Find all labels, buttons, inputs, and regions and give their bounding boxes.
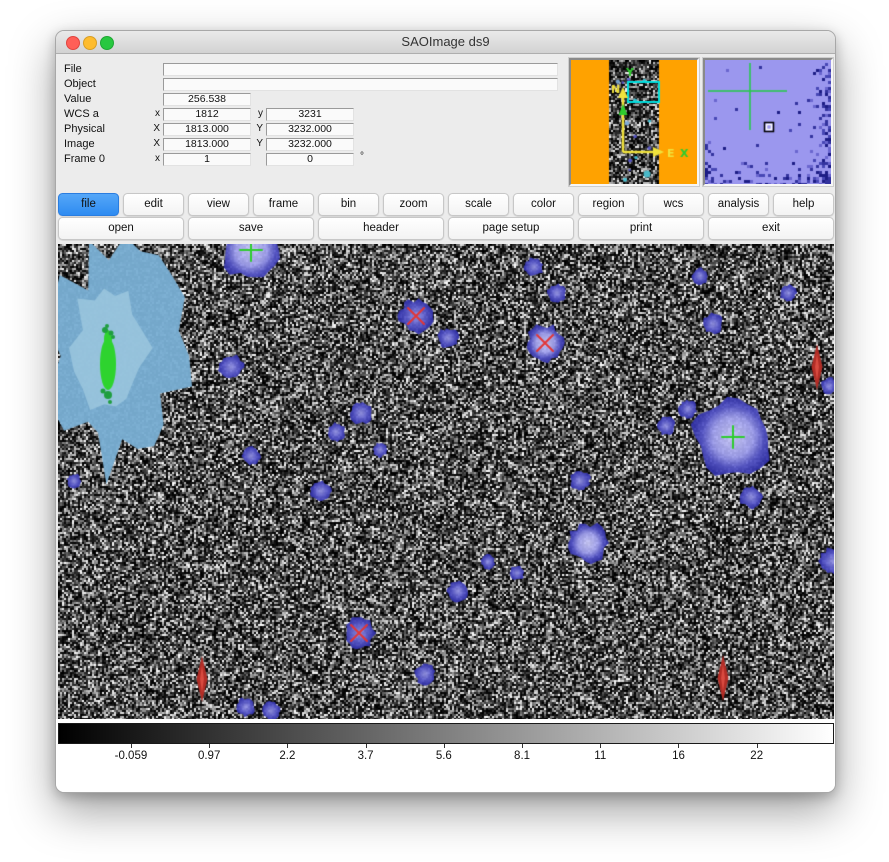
image-y-sublabel: Y <box>249 138 263 149</box>
colorbar-tick-label: 5.6 <box>436 750 452 762</box>
wcs-y-sublabel: y <box>249 108 263 119</box>
colorbar-tick <box>678 744 679 748</box>
menu-wcs[interactable]: wcs <box>643 193 704 216</box>
colorbar-tick-label: 22 <box>750 750 763 762</box>
colorbar-tick <box>757 744 758 748</box>
frame-label: Frame 0 <box>64 153 105 165</box>
menu-edit[interactable]: edit <box>123 193 184 216</box>
image-x-box: 1813.000 <box>163 138 251 151</box>
menu-exit[interactable]: exit <box>708 217 834 240</box>
file-label: File <box>64 63 82 75</box>
image-label: Image <box>64 138 95 150</box>
degree-suffix: ° <box>360 151 364 162</box>
menu-frame[interactable]: frame <box>253 193 314 216</box>
menu-bin[interactable]: bin <box>318 193 379 216</box>
colorbar-tick-label: 8.1 <box>514 750 530 762</box>
colorbar-tick-label: 3.7 <box>358 750 374 762</box>
frame-rotate-box: 0 <box>266 153 354 166</box>
menu-view[interactable]: view <box>188 193 249 216</box>
physical-y-sublabel: Y <box>249 123 263 134</box>
colorbar-tick-label: 2.2 <box>279 750 295 762</box>
window-title: SAOImage ds9 <box>56 31 835 53</box>
frame-zoom-sublabel: x <box>146 153 160 164</box>
menu-region[interactable]: region <box>578 193 639 216</box>
menu-color[interactable]: color <box>513 193 574 216</box>
physical-x-sublabel: X <box>146 123 160 134</box>
menu-row-primary: fileeditviewframebinzoomscalecolorregion… <box>58 193 834 214</box>
colorbar-panel: -0.059 0.97 2.2 3.7 5.6 8.1 11 16 22 <box>56 719 835 792</box>
colorbar-tick <box>366 744 367 748</box>
physical-label: Physical <box>64 123 105 135</box>
titlebar[interactable]: SAOImage ds9 <box>56 31 835 54</box>
magnifier-panel <box>703 58 833 186</box>
menu-save[interactable]: save <box>188 217 314 240</box>
wcs-x-sublabel: x <box>146 108 160 119</box>
colorbar-tick-label: 0.97 <box>198 750 220 762</box>
panner-canvas[interactable] <box>571 60 697 184</box>
colorbar-tick <box>287 744 288 748</box>
colorbar-tick-label: 16 <box>672 750 685 762</box>
desktop: SAOImage ds9 File Object Value 256.538 W… <box>0 0 889 862</box>
wcs-label: WCS a <box>64 108 99 120</box>
object-value-box <box>163 78 558 91</box>
app-window: SAOImage ds9 File Object Value 256.538 W… <box>55 30 836 793</box>
menu-page-setup[interactable]: page setup <box>448 217 574 240</box>
colorbar-tick <box>522 744 523 748</box>
panner-panel[interactable] <box>569 58 699 186</box>
physical-x-box: 1813.000 <box>163 123 251 136</box>
colorbar-tick <box>131 744 132 748</box>
frame-zoom-box: 1 <box>163 153 251 166</box>
menu-header[interactable]: header <box>318 217 444 240</box>
colorbar-ticks: -0.059 0.97 2.2 3.7 5.6 8.1 11 16 22 <box>58 719 834 792</box>
colorbar-tick <box>209 744 210 748</box>
wcs-y-box: 3231 <box>266 108 354 121</box>
menu-open[interactable]: open <box>58 217 184 240</box>
colorbar-tick-label: -0.059 <box>115 750 148 762</box>
colorbar-tick <box>444 744 445 748</box>
menu-analysis[interactable]: analysis <box>708 193 769 216</box>
object-label: Object <box>64 78 96 90</box>
colorbar-tick <box>600 744 601 748</box>
image-y-box: 3232.000 <box>266 138 354 151</box>
file-value-box <box>163 63 558 76</box>
magnifier-canvas <box>705 60 831 184</box>
image-display[interactable] <box>58 244 834 719</box>
menu-row-file-actions: opensaveheaderpage setupprintexit <box>58 217 834 238</box>
menu-help[interactable]: help <box>773 193 834 216</box>
image-x-sublabel: X <box>146 138 160 149</box>
menu-file[interactable]: file <box>58 193 119 216</box>
wcs-x-box: 1812 <box>163 108 251 121</box>
physical-y-box: 3232.000 <box>266 123 354 136</box>
colorbar-tick-label: 11 <box>594 750 606 762</box>
menu-scale[interactable]: scale <box>448 193 509 216</box>
pixel-value-box: 256.538 <box>163 93 251 106</box>
value-label: Value <box>64 93 91 105</box>
menu-zoom[interactable]: zoom <box>383 193 444 216</box>
menu-print[interactable]: print <box>578 217 704 240</box>
